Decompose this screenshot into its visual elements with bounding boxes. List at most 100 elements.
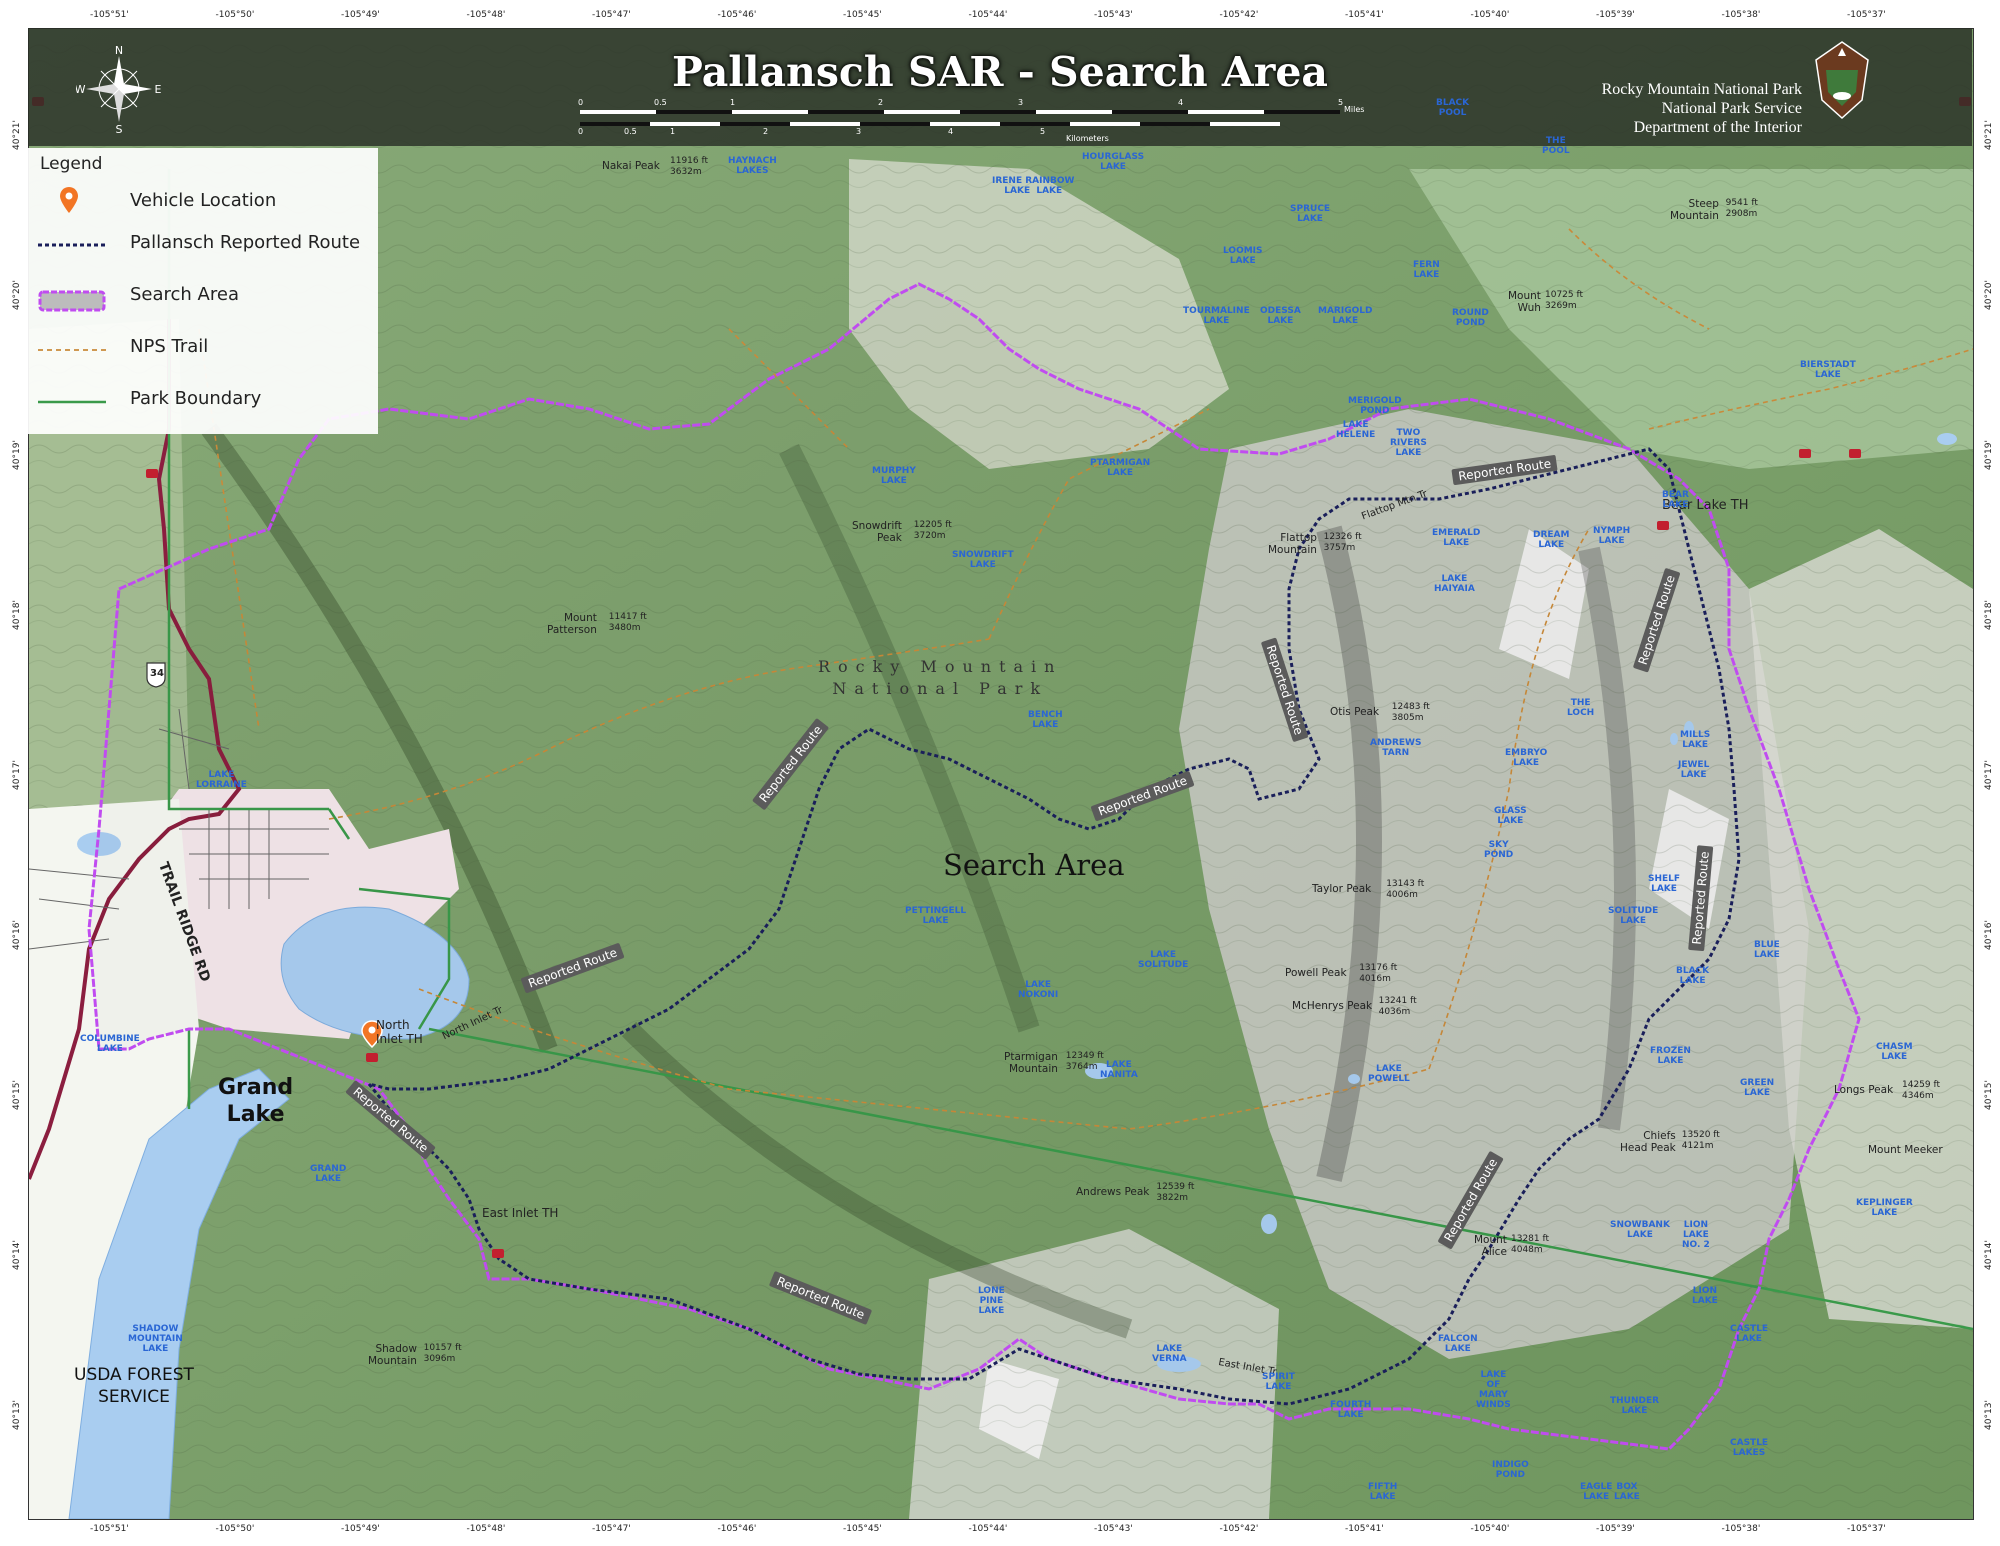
graticule-lat-label: 40°14' [1983, 1240, 1994, 1270]
lake-label: LAKE VERNA [1152, 1344, 1187, 1364]
scale-tick: 2 [763, 127, 769, 136]
lake-label: BLACK LAKE [1676, 966, 1710, 986]
graticule-lat-label: 40°17' [11, 760, 22, 790]
lake-label: NYMPH LAKE [1593, 526, 1631, 546]
graticule-lon-label: -105°49' [341, 1524, 380, 1534]
graticule-lon-label: -105°38' [1721, 10, 1761, 20]
scale-tick: 0.5 [654, 98, 667, 107]
lake-label: FROZEN LAKE [1650, 1046, 1691, 1066]
graticule-lon-label: -105°40' [1470, 10, 1510, 20]
orange-pin-icon [60, 187, 78, 213]
legend-title: Legend [40, 154, 103, 174]
lake-label: SKY POND [1484, 840, 1514, 860]
scale-miles-label: Miles [1344, 105, 1365, 114]
peak-elevation: 11417 ft 3480m [608, 612, 647, 633]
legend-item-trail: NPS Trail [130, 336, 209, 357]
lake-label: HOURGLASS LAKE [1082, 152, 1145, 172]
lake-label: EMERALD LAKE [1432, 528, 1481, 548]
peak-elevation: 10157 ft 3096m [423, 1343, 462, 1364]
agency-block: Rocky Mountain National Park National Pa… [1602, 80, 1802, 137]
lake-label: FERN LAKE [1413, 260, 1440, 280]
graticule-lon-label: -105°41' [1345, 1524, 1384, 1534]
peak-elevation: 13520 ft 4121m [1681, 1130, 1720, 1151]
graticule-lat-label: 40°21' [11, 120, 22, 150]
graticule-lon-label: -105°41' [1345, 10, 1384, 20]
graticule-lon-label: -105°39' [1596, 1524, 1635, 1534]
search-area-swatch-icon [38, 290, 106, 312]
peak-elevation: 14259 ft 4346m [1902, 1080, 1941, 1101]
peak-name: Otis Peak [1330, 706, 1380, 718]
trail-line-icon [38, 349, 106, 351]
lake-label: LAKE NOKONI [1018, 980, 1059, 1000]
scale-miles-ticks: 0 0.5 1 2 3 4 5 [578, 98, 1344, 110]
lake-label: SNOWBANK LAKE [1610, 1220, 1670, 1240]
lake-label: FALCON LAKE [1438, 1334, 1478, 1354]
lake-label: MARIGOLD LAKE [1318, 306, 1373, 326]
compass-w: W [76, 83, 86, 96]
lake-label: BIERSTADT LAKE [1800, 360, 1856, 380]
graticule-lon-label: -105°50' [215, 10, 255, 20]
scale-tick: 0 [578, 98, 584, 107]
forest-service-label: USDA FOREST SERVICE [74, 1365, 194, 1407]
peak-name: McHenrys Peak [1292, 1000, 1373, 1012]
graticule-lat-label: 40°14' [11, 1240, 22, 1270]
park-boundary-line-icon [38, 400, 106, 404]
scale-tick: 5 [1040, 127, 1046, 136]
graticule-lon-label: -105°45' [843, 1524, 882, 1534]
scale-tick: 0 [578, 127, 584, 136]
lake-label: SPIRIT LAKE [1262, 1372, 1295, 1392]
lake-label: ANDREWS TARN [1370, 738, 1422, 758]
peak-elevation: 13281 ft 4048m [1511, 1234, 1550, 1255]
scale-bar: 0 0.5 1 2 3 4 5 0 0.5 1 2 3 4 5 Miles Kilometers [578, 98, 1364, 143]
peak-name: Snowdrift Peak [852, 520, 902, 544]
lake-label: JEWEL LAKE [1678, 760, 1710, 780]
lake-label: MURPHY LAKE [872, 466, 916, 486]
lake-label: GRAND LAKE [310, 1164, 347, 1184]
scale-tick: 5 [1338, 98, 1344, 107]
graticule-lat-label: 40°17' [1983, 760, 1994, 790]
graticule-lon-label: -105°45' [843, 10, 882, 20]
graticule-lon-label: -105°49' [341, 10, 380, 20]
lake-label: SNOWDRIFT LAKE [952, 550, 1014, 570]
us34-label: 34 [150, 668, 164, 679]
lake-label: SHADOW MOUNTAIN LAKE [128, 1324, 183, 1354]
peak-elevation: 13241 ft 4036m [1378, 996, 1417, 1017]
peak-name: Ptarmigan Mountain [1004, 1051, 1058, 1075]
lake-label: BENCH LAKE [1028, 710, 1063, 730]
agency-line: National Park Service [1661, 100, 1802, 117]
graticule-lon-label: -105°43' [1094, 10, 1133, 20]
lake-label: INDIGO POND [1492, 1460, 1529, 1480]
graticule-lon-label: -105°40' [1470, 1524, 1510, 1534]
park-name-label: Rocky Mountain National Park [818, 657, 1063, 698]
scale-tick: 3 [1018, 98, 1024, 107]
lake-label: LAKE POWELL [1368, 1064, 1410, 1084]
lake-label: BLUE LAKE [1754, 940, 1780, 960]
compass-s: S [116, 123, 123, 134]
peak-name: Mount Meeker [1868, 1144, 1943, 1156]
peak-name: Nakai Peak [602, 160, 660, 172]
scale-tick: 4 [1178, 98, 1184, 107]
legend-item-search-area: Search Area [130, 284, 239, 305]
peak-elevation: 13176 ft 4016m [1359, 963, 1398, 984]
graticule-lat-label: 40°20' [11, 280, 22, 310]
peak-elevation: 12539 ft 3822m [1156, 1182, 1195, 1203]
lake-label: EAGLE LAKE [1580, 1482, 1613, 1502]
graticule-lat-label: 40°16' [11, 920, 22, 950]
lake-label: LION LAKE NO. 2 [1682, 1220, 1710, 1250]
lake-label: LAKE LORRAINE [196, 770, 247, 790]
graticule-lon-label: -105°51' [90, 10, 129, 20]
peak-name: Mount Patterson [547, 612, 597, 636]
lake-label: DREAM LAKE [1533, 530, 1570, 550]
graticule-lon-label: -105°50' [215, 1524, 255, 1534]
scale-km-ticks: 0 0.5 1 2 3 4 5 [578, 127, 1280, 137]
legend-item-park-boundary: Park Boundary [130, 388, 262, 409]
graticule-lat-label: 40°20' [1983, 280, 1994, 310]
graticule-lat-label: 40°21' [1983, 120, 1994, 150]
nps-arrowhead-logo [1815, 41, 1869, 120]
graticule-lat-label: 40°18' [1983, 600, 1994, 630]
graticule-lon-label: -105°46' [717, 1524, 757, 1534]
peak-name: Chiefs Head Peak [1620, 1130, 1676, 1154]
graticule-lon-label: -105°47' [592, 10, 631, 20]
lake-label: THE LOCH [1567, 698, 1595, 718]
scale-tick: 1 [730, 98, 736, 107]
